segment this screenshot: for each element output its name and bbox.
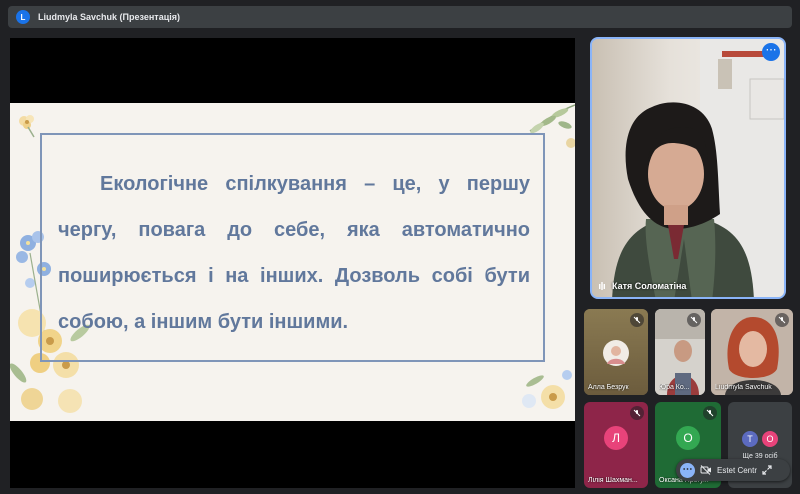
audio-wave-icon bbox=[599, 282, 605, 290]
participant-name: Liudmyla Savchuk bbox=[715, 384, 772, 391]
mic-off-icon bbox=[630, 313, 644, 327]
self-view-name: Estet Centr bbox=[717, 465, 758, 475]
more-options-icon[interactable]: ⋯ bbox=[762, 43, 780, 61]
participant-avatar: Т bbox=[741, 430, 759, 448]
participant-avatar: О bbox=[761, 430, 779, 448]
mic-off-icon bbox=[775, 313, 789, 327]
participant-photo-avatar bbox=[603, 340, 629, 366]
meet-window: L Liudmyla Savchuk (Презентація) Екологі… bbox=[0, 0, 800, 494]
slide-quote-text: Екологічне спілкування – це, у першу чер… bbox=[58, 173, 530, 333]
active-speaker-tile[interactable]: ⋯ Катя Соломатіна bbox=[590, 37, 786, 299]
mic-off-icon bbox=[630, 406, 644, 420]
participant-name: Юра Ко... bbox=[659, 384, 690, 391]
participant-tile[interactable]: Liudmyla Savchuk bbox=[711, 309, 793, 395]
participant-avatar: Л bbox=[604, 426, 628, 451]
self-view-pip-bar[interactable]: ⋯ Estet Centr bbox=[676, 459, 790, 481]
mic-off-icon bbox=[703, 406, 717, 420]
presentation-stage: Екологічне спілкування – це, у першу чер… bbox=[10, 38, 575, 488]
more-participants-avatars: Т О bbox=[741, 430, 779, 448]
participant-tile[interactable]: Алла Безрук bbox=[584, 309, 648, 395]
flowers-decoration-icon bbox=[522, 370, 572, 409]
participant-tile[interactable]: Юра Ко... bbox=[655, 309, 705, 395]
mic-off-icon bbox=[687, 313, 701, 327]
participant-name: Лілія Шахман... bbox=[588, 477, 638, 484]
speaker-label: Катя Соломатіна bbox=[598, 281, 686, 291]
more-options-icon[interactable]: ⋯ bbox=[680, 462, 695, 478]
participant-avatar: О bbox=[676, 426, 700, 451]
speaker-video bbox=[612, 51, 784, 297]
presentation-title: Liudmyla Savchuk (Презентація) bbox=[38, 12, 180, 22]
video-off-icon[interactable] bbox=[700, 465, 712, 475]
slide: Екологічне спілкування – це, у першу чер… bbox=[10, 103, 575, 421]
participant-name: Алла Безрук bbox=[588, 384, 629, 391]
participant-tile[interactable]: Л Лілія Шахман... bbox=[584, 402, 648, 488]
expand-icon[interactable] bbox=[762, 465, 772, 475]
presenter-avatar: L bbox=[16, 10, 30, 24]
slide-quote: Екологічне спілкування – це, у першу чер… bbox=[58, 161, 530, 345]
speaker-name: Катя Соломатіна bbox=[612, 281, 687, 291]
flower-decoration-icon bbox=[19, 115, 35, 138]
presentation-bar: L Liudmyla Savchuk (Презентація) bbox=[8, 6, 792, 28]
